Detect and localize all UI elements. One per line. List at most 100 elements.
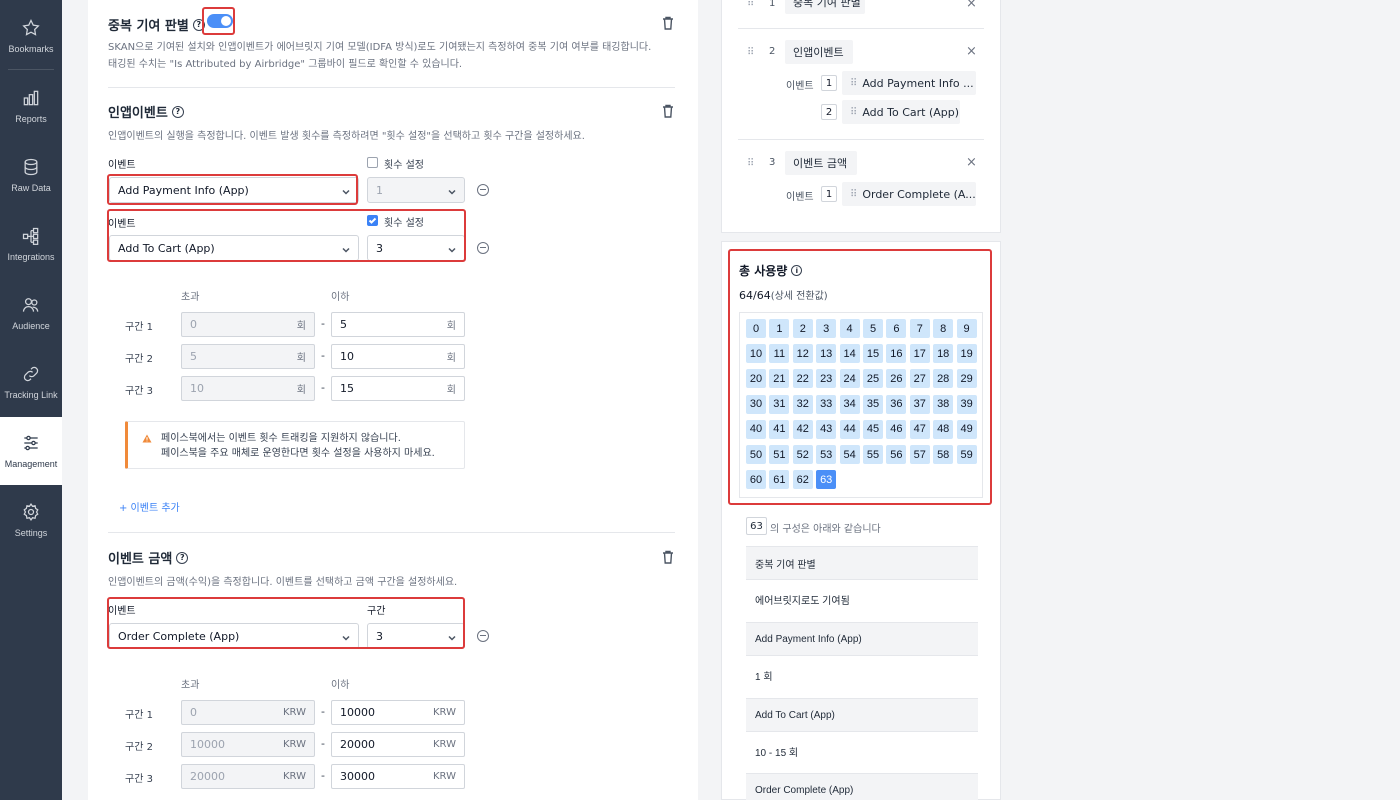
event-select[interactable]: Add Payment Info (App)	[109, 177, 359, 203]
conversion-value-cell[interactable]: 36	[886, 394, 907, 414]
remove-row-icon[interactable]	[477, 184, 489, 196]
conversion-value-cell[interactable]: 63	[816, 470, 837, 490]
drag-handle-icon[interactable]: ⠿	[747, 47, 754, 58]
count-select[interactable]: 1	[367, 177, 465, 203]
conversion-value-cell[interactable]: 13	[816, 344, 837, 364]
range-from-input[interactable]: 5 회	[181, 344, 315, 369]
close-icon[interactable]: ×	[966, 155, 977, 170]
conversion-value-cell[interactable]: 33	[816, 394, 837, 414]
conversion-value-cell[interactable]: 0	[746, 319, 766, 338]
help-icon[interactable]: ?	[176, 551, 189, 564]
sidebar-item-reports[interactable]: Reports	[0, 72, 62, 140]
range-to-input[interactable]: 10 회	[331, 344, 465, 369]
sidebar-item-tracking-link[interactable]: Tracking Link	[0, 348, 62, 416]
conversion-value-cell[interactable]: 47	[909, 419, 930, 439]
range-count-select[interactable]: 3	[367, 623, 465, 649]
conversion-value-cell[interactable]: 61	[769, 470, 790, 490]
conversion-value-cell[interactable]: 37	[909, 394, 930, 414]
info-icon[interactable]: i	[791, 265, 803, 276]
conversion-value-cell[interactable]: 12	[792, 344, 813, 364]
conversion-value-cell[interactable]: 9	[956, 319, 977, 338]
conversion-value-cell[interactable]: 4	[839, 319, 860, 338]
close-icon[interactable]: ×	[966, 0, 977, 11]
conversion-value-cell[interactable]: 20	[746, 369, 766, 389]
conversion-value-cell[interactable]: 22	[792, 369, 813, 389]
conversion-value-cell[interactable]: 55	[863, 445, 883, 464]
conversion-value-cell[interactable]: 15	[863, 344, 883, 364]
range-from-input[interactable]: 20000 KRW	[181, 764, 315, 789]
conversion-value-cell[interactable]: 3	[816, 319, 837, 338]
conversion-value-cell[interactable]: 60	[746, 470, 766, 490]
conversion-value-cell[interactable]: 17	[909, 344, 930, 364]
sidebar-item-management[interactable]: Management	[0, 417, 62, 485]
close-icon[interactable]: ×	[966, 44, 977, 59]
conversion-value-cell[interactable]: 43	[816, 419, 837, 439]
drag-handle-icon[interactable]: ⠿	[850, 189, 857, 200]
conversion-value-cell[interactable]: 10	[746, 344, 766, 364]
count-checkbox[interactable]	[367, 157, 378, 168]
event-chip[interactable]: ⠿ Add To Cart (App)	[842, 100, 960, 124]
conversion-value-cell[interactable]: 51	[769, 445, 790, 464]
range-from-input[interactable]: 0 회	[181, 312, 315, 337]
conversion-value-cell[interactable]: 24	[839, 369, 860, 389]
conversion-value-cell[interactable]: 19	[956, 344, 977, 364]
conversion-value-cell[interactable]: 18	[933, 344, 954, 364]
conversion-value-cell[interactable]: 23	[816, 369, 837, 389]
conversion-value-cell[interactable]: 50	[746, 445, 766, 464]
conversion-value-cell[interactable]: 25	[863, 369, 883, 389]
conversion-value-cell[interactable]: 6	[886, 319, 907, 338]
range-to-input[interactable]: 15 회	[331, 376, 465, 401]
conversion-value-cell[interactable]: 26	[886, 369, 907, 389]
conversion-value-cell[interactable]: 57	[909, 445, 930, 464]
count-select[interactable]: 3	[367, 235, 465, 261]
conversion-value-cell[interactable]: 58	[933, 445, 954, 464]
conversion-value-cell[interactable]: 7	[909, 319, 930, 338]
conversion-value-cell[interactable]: 32	[792, 394, 813, 414]
drag-handle-icon[interactable]: ⠿	[850, 78, 857, 89]
conversion-value-cell[interactable]: 14	[839, 344, 860, 364]
conversion-value-cell[interactable]: 28	[933, 369, 954, 389]
revenue-event-select[interactable]: Order Complete (App)	[109, 623, 359, 649]
conversion-value-cell[interactable]: 59	[956, 445, 977, 464]
trash-icon[interactable]	[662, 550, 674, 564]
conversion-value-cell[interactable]: 38	[933, 394, 954, 414]
conversion-value-cell[interactable]: 35	[863, 394, 883, 414]
remove-row-icon[interactable]	[477, 630, 489, 642]
sidebar-item-bookmarks[interactable]: Bookmarks	[0, 2, 62, 70]
conversion-value-cell[interactable]: 31	[769, 394, 790, 414]
drag-handle-icon[interactable]: ⠿	[850, 107, 857, 118]
conversion-value-cell[interactable]: 40	[746, 419, 766, 439]
sidebar-item-integrations[interactable]: Integrations	[0, 210, 62, 278]
conversion-value-cell[interactable]: 42	[792, 419, 813, 439]
range-to-input[interactable]: 10000 KRW	[331, 700, 465, 725]
conversion-value-cell[interactable]: 27	[909, 369, 930, 389]
conversion-value-cell[interactable]: 34	[839, 394, 860, 414]
drag-handle-icon[interactable]: ⠿	[747, 0, 754, 9]
conversion-value-cell[interactable]: 39	[956, 394, 977, 414]
conversion-value-cell[interactable]: 1	[769, 319, 790, 338]
conversion-value-cell[interactable]: 21	[769, 369, 790, 389]
conversion-value-cell[interactable]: 46	[886, 419, 907, 439]
sidebar-item-raw-data[interactable]: Raw Data	[0, 141, 62, 209]
drag-handle-icon[interactable]: ⠿	[747, 158, 754, 169]
help-icon[interactable]: ?	[192, 18, 205, 31]
conversion-value-cell[interactable]: 56	[886, 445, 907, 464]
sidebar-item-settings[interactable]: Settings	[0, 486, 62, 554]
conversion-value-cell[interactable]: 41	[769, 419, 790, 439]
sidebar-item-audience[interactable]: Audience	[0, 279, 62, 347]
event-select[interactable]: Add To Cart (App)	[109, 235, 359, 261]
remove-row-icon[interactable]	[477, 242, 489, 254]
conversion-value-cell[interactable]: 8	[933, 319, 954, 338]
conversion-value-cell[interactable]: 52	[792, 445, 813, 464]
count-checkbox[interactable]	[367, 215, 378, 226]
conversion-value-cell[interactable]: 54	[839, 445, 860, 464]
conversion-value-cell[interactable]: 44	[839, 419, 860, 439]
conversion-value-cell[interactable]: 48	[933, 419, 954, 439]
range-from-input[interactable]: 0 KRW	[181, 700, 315, 725]
event-chip[interactable]: ⠿ Add Payment Info ...	[842, 71, 976, 95]
add-event-link[interactable]: + 이벤트 추가	[119, 499, 180, 514]
event-chip[interactable]: ⠿ Order Complete (A...	[842, 182, 976, 206]
range-to-input[interactable]: 20000 KRW	[331, 732, 465, 757]
range-to-input[interactable]: 30000 KRW	[331, 764, 465, 789]
range-to-input[interactable]: 5 회	[331, 312, 465, 337]
